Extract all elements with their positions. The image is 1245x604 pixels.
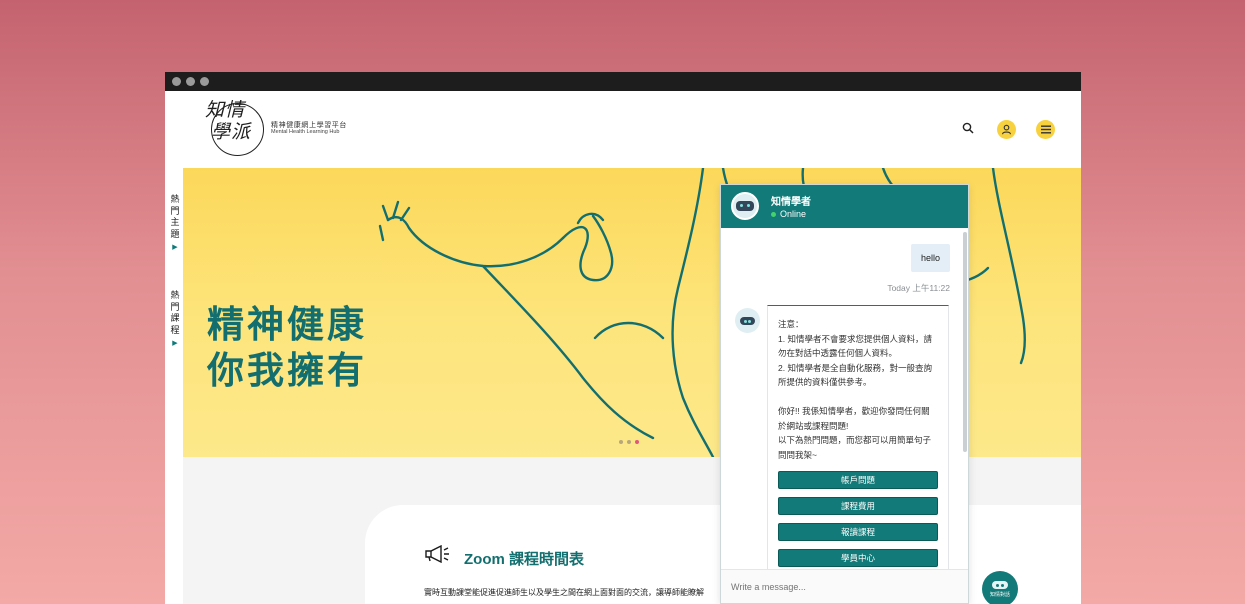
quick-reply-fees[interactable]: 課程費用 xyxy=(778,497,938,515)
carousel-dot[interactable] xyxy=(627,440,631,444)
quick-reply-account[interactable]: 帳戶問題 xyxy=(778,471,938,489)
megaphone-icon xyxy=(423,544,451,564)
chatbot-window: 知情學者 Online hello Today 上午11:22 注意： 1. 知… xyxy=(720,184,969,604)
chat-message-input[interactable] xyxy=(721,569,968,603)
chat-messages[interactable]: hello Today 上午11:22 注意： 1. 知情學者不會要求您提供個人… xyxy=(721,228,968,571)
online-dot-icon xyxy=(771,211,776,217)
search-icon[interactable] xyxy=(962,122,976,136)
zoom-description: 實時互動課堂能促進促進師生以及學生之間在網上面對面的交流，讓導師能瞭解 xyxy=(424,588,704,597)
carousel-dots xyxy=(619,440,639,444)
browser-titlebar xyxy=(165,72,1081,91)
side-tab-label: 熱門主題 xyxy=(170,194,180,239)
bot-avatar-icon xyxy=(735,308,760,333)
site-header: 知情 學派 精神健康網上學習平台 Mental Health Learning … xyxy=(165,91,1081,168)
banner-title-line2: 你我擁有 xyxy=(207,350,367,391)
window-maximize-dot[interactable] xyxy=(200,77,209,86)
chat-scrollbar[interactable] xyxy=(963,232,967,452)
bot-message: 注意： 1. 知情學者不會要求您提供個人資料，請勿在對話中透露任何個人資料。 2… xyxy=(767,305,949,571)
bot-icon xyxy=(992,580,1008,589)
banner-title: 精神健康 你我擁有 xyxy=(207,302,367,394)
logo-subtitle: Mental Health Learning Hub xyxy=(271,129,340,135)
quick-reply-student-center[interactable]: 學員中心 xyxy=(778,549,938,567)
chat-header: 知情學者 Online xyxy=(721,185,968,228)
quick-reply-enroll[interactable]: 報讀課程 xyxy=(778,523,938,541)
zoom-title: Zoom 課程時間表 xyxy=(464,551,584,568)
browser-window: 知情 學派 精神健康網上學習平台 Mental Health Learning … xyxy=(165,72,1081,604)
carousel-dot-active[interactable] xyxy=(635,440,639,444)
chat-launcher-label: 知情對話 xyxy=(989,591,1010,598)
window-close-dot[interactable] xyxy=(172,77,181,86)
logo[interactable]: 知情 學派 xyxy=(205,99,269,143)
user-icon[interactable] xyxy=(997,120,1016,139)
menu-icon[interactable] xyxy=(1036,120,1055,139)
bot-message-text: 注意： 1. 知情學者不會要求您提供個人資料，請勿在對話中透露任何個人資料。 2… xyxy=(778,319,932,460)
chat-bot-name: 知情學者 xyxy=(771,197,811,208)
chat-launcher-button[interactable]: 知情對話 xyxy=(982,571,1018,604)
chevron-right-icon: ▶ xyxy=(172,244,178,251)
message-timestamp: Today 上午11:22 xyxy=(887,283,950,293)
side-tab-hot-courses[interactable]: 熱門課程 ▶ xyxy=(169,290,181,350)
side-tab-hot-topics[interactable]: 熱門主題 ▶ xyxy=(169,194,181,254)
chevron-right-icon: ▶ xyxy=(172,340,178,347)
side-tab-label: 熱門課程 xyxy=(170,290,180,335)
carousel-dot[interactable] xyxy=(619,440,623,444)
user-message: hello xyxy=(910,244,950,272)
chat-status: Online xyxy=(771,209,806,219)
logo-mark-line1: 知情 xyxy=(205,99,246,121)
window-minimize-dot[interactable] xyxy=(186,77,195,86)
bot-avatar-icon xyxy=(731,192,759,220)
logo-mark-line2: 學派 xyxy=(211,121,252,143)
banner-title-line1: 精神健康 xyxy=(207,304,367,345)
chat-status-text: Online xyxy=(780,209,807,219)
